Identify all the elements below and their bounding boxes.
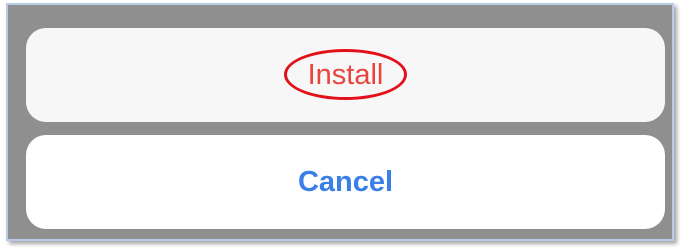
cancel-button[interactable]: Cancel	[26, 135, 665, 229]
install-button[interactable]: Install	[26, 28, 665, 122]
install-label-wrap: Install	[283, 48, 408, 100]
cancel-label: Cancel	[297, 165, 394, 198]
install-label: Install	[307, 58, 384, 91]
screen: Install Cancel	[0, 0, 683, 247]
